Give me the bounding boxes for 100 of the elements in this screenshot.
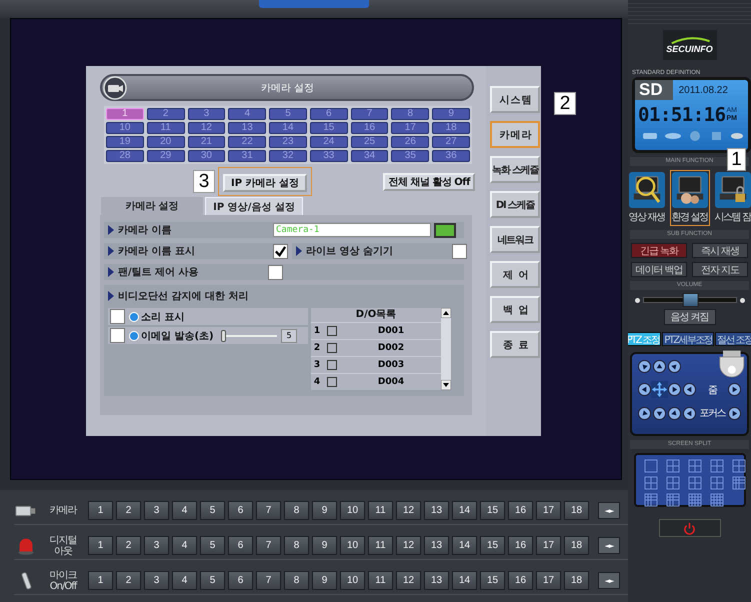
number-button[interactable]: 12 (396, 501, 421, 520)
number-button[interactable]: 13 (424, 536, 449, 555)
checkbox[interactable] (327, 377, 337, 387)
number-button[interactable]: 6 (228, 501, 253, 520)
number-button[interactable]: 4 (172, 536, 197, 555)
number-button[interactable]: 3 (144, 571, 169, 590)
checkbox[interactable] (110, 309, 125, 324)
checkbox[interactable] (110, 328, 125, 343)
number-button[interactable]: 5 (200, 536, 225, 555)
scrollbar[interactable] (441, 308, 451, 390)
number-button[interactable]: 14 (452, 501, 477, 520)
arrow-button[interactable] (638, 383, 651, 396)
arrow-button[interactable] (638, 406, 651, 420)
checkbox[interactable] (452, 244, 467, 258)
settings-tab[interactable]: 카메라 설정 (101, 197, 203, 215)
volume-thumb[interactable] (683, 293, 699, 307)
number-button[interactable]: 2 (116, 536, 141, 555)
menu-button[interactable]: 네트워크 (490, 226, 540, 253)
split-layout-icon[interactable] (732, 476, 746, 490)
scroll-down-icon[interactable] (441, 380, 451, 390)
split-layout-icon[interactable] (644, 459, 658, 473)
number-button[interactable]: 6 (228, 571, 253, 590)
number-button[interactable]: 11 (368, 501, 393, 520)
function-button[interactable]: 즉시 재생 (692, 243, 748, 258)
audio-button[interactable]: 음성 켜짐 (664, 309, 716, 325)
focus-near-button[interactable] (683, 406, 696, 420)
ptz-tab[interactable]: 절선 조정 (715, 332, 751, 346)
checkbox[interactable] (327, 343, 337, 353)
number-button[interactable]: 18 (564, 501, 589, 520)
function-tile[interactable]: 시스템 잠 (712, 170, 751, 226)
all-channels-off-button[interactable]: 전체 채널 활성 Off (383, 172, 475, 190)
menu-button[interactable]: 녹화 스케쥴 (490, 156, 540, 183)
number-button[interactable]: 9 (312, 501, 337, 520)
number-button[interactable]: 17 (536, 501, 561, 520)
number-button[interactable]: 13 (424, 501, 449, 520)
number-button[interactable]: 7 (256, 536, 281, 555)
menu-button[interactable]: DI 스케쥴 (490, 191, 540, 218)
number-button[interactable]: 16 (508, 536, 533, 555)
color-swatch[interactable] (434, 222, 456, 238)
function-tile[interactable]: 영상 재생 (628, 170, 666, 226)
scroll-up-icon[interactable] (441, 308, 451, 318)
arrow-button[interactable] (668, 406, 681, 420)
checkbox[interactable] (268, 264, 283, 280)
checkbox[interactable] (273, 244, 288, 258)
function-tile[interactable]: 환경 설정 (670, 170, 710, 226)
number-button[interactable]: 14 (452, 536, 477, 555)
number-button[interactable]: 1 (88, 536, 113, 555)
split-layout-icon[interactable] (688, 459, 702, 473)
slider-track[interactable] (221, 330, 277, 342)
zoom-out-button[interactable] (683, 383, 696, 396)
number-button[interactable]: 15 (480, 501, 505, 520)
number-button[interactable]: 6 (228, 536, 253, 555)
split-layout-icon[interactable] (666, 459, 680, 473)
split-layout-icon[interactable] (710, 476, 724, 490)
number-button[interactable]: 14 (452, 571, 477, 590)
split-layout-icon[interactable] (688, 476, 702, 490)
number-button[interactable]: 7 (256, 501, 281, 520)
number-button[interactable]: 10 (340, 571, 365, 590)
menu-button[interactable]: 백 업 (490, 296, 540, 323)
menu-button[interactable]: 카 메 라 (490, 121, 540, 148)
number-button[interactable]: 1 (88, 501, 113, 520)
number-button[interactable]: 11 (368, 536, 393, 555)
zoom-in-button[interactable] (728, 383, 741, 396)
number-button[interactable]: 4 (172, 501, 197, 520)
split-layout-icon[interactable] (666, 476, 680, 490)
number-button[interactable]: 7 (256, 571, 281, 590)
number-button[interactable]: 8 (284, 501, 309, 520)
number-button[interactable]: 12 (396, 536, 421, 555)
function-button[interactable]: 긴급 녹화 (631, 243, 687, 258)
settings-tab[interactable]: IP 영상/음성 설정 (205, 197, 303, 215)
split-layout-icon[interactable] (710, 493, 724, 507)
number-button[interactable]: 16 (508, 571, 533, 590)
split-layout-icon[interactable] (666, 493, 680, 507)
arrow-button[interactable] (653, 360, 666, 373)
number-button[interactable]: 16 (508, 501, 533, 520)
number-button[interactable]: 3 (144, 501, 169, 520)
number-button[interactable]: 15 (480, 536, 505, 555)
menu-button[interactable]: 시 스 템 (490, 86, 540, 113)
number-button[interactable]: 15 (480, 571, 505, 590)
power-button[interactable] (658, 519, 720, 537)
number-button[interactable]: 11 (368, 571, 393, 590)
number-button[interactable]: 9 (312, 571, 337, 590)
number-button[interactable]: 12 (396, 571, 421, 590)
split-layout-icon[interactable] (644, 476, 658, 490)
number-button[interactable]: 9 (312, 536, 337, 555)
move-icon[interactable] (651, 381, 668, 398)
number-button[interactable]: 2 (116, 571, 141, 590)
split-layout-icon[interactable] (644, 493, 658, 507)
split-layout-icon[interactable] (688, 493, 702, 507)
number-button[interactable]: 2 (116, 501, 141, 520)
number-button[interactable]: 8 (284, 571, 309, 590)
slider-thumb[interactable] (221, 330, 226, 342)
number-button[interactable]: 10 (340, 501, 365, 520)
number-button[interactable]: 5 (200, 501, 225, 520)
split-layout-icon[interactable] (710, 459, 724, 473)
checkbox[interactable] (327, 360, 337, 370)
number-button[interactable]: 17 (536, 571, 561, 590)
number-button[interactable]: 4 (172, 571, 197, 590)
arrow-button[interactable] (668, 360, 681, 373)
number-button[interactable]: 3 (144, 536, 169, 555)
